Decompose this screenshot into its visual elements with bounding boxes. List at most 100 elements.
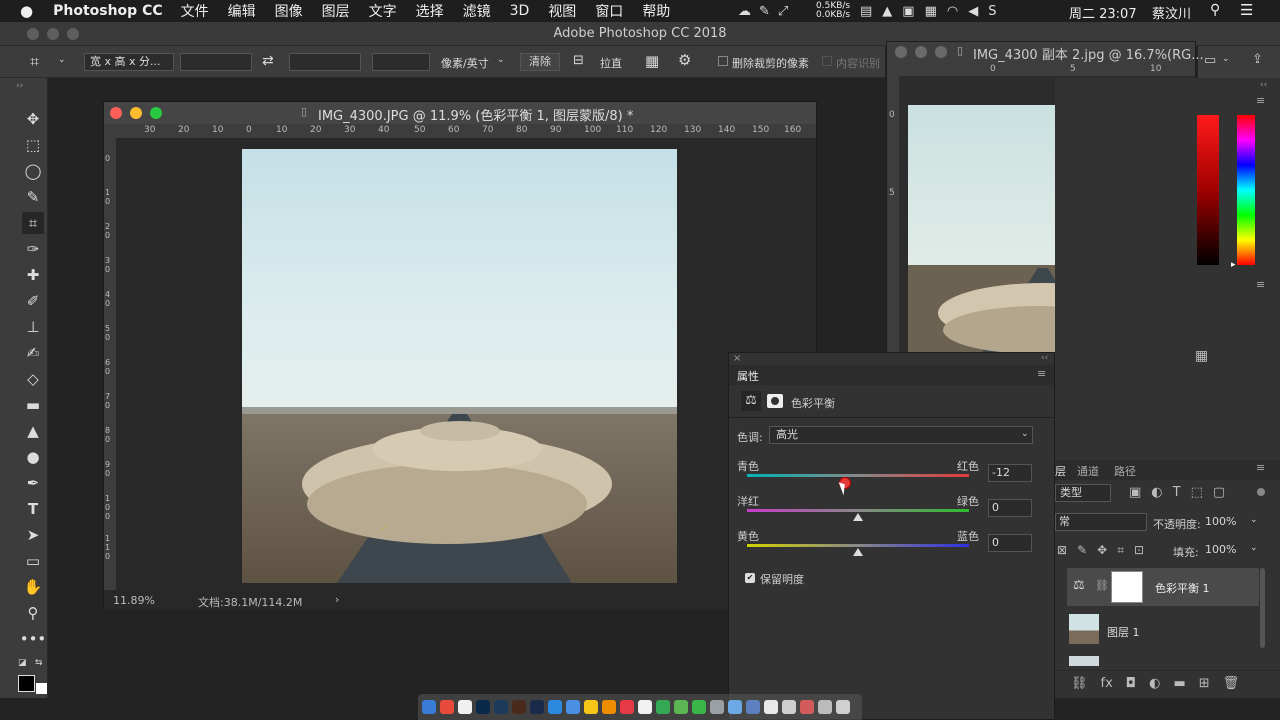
unit-select[interactable]: 像素/英寸 [441,55,489,71]
blend-mode-select[interactable]: 常 [1055,513,1147,531]
panel-menu-icon-2[interactable]: ≡ [1256,278,1265,291]
share-icon[interactable]: ⇪ [1252,52,1263,67]
spotlight-icon[interactable]: ⚲ [1210,2,1220,18]
yellow-blue-value[interactable]: 0 [988,534,1032,552]
win2-minimize-button[interactable] [915,46,927,58]
pen-icon[interactable]: ✒ [22,472,44,494]
win2-close-button[interactable] [895,46,907,58]
folder-icon[interactable] [584,700,598,714]
delete-cropped-checkbox[interactable] [718,56,728,66]
fill-input[interactable]: 100% [1203,541,1247,559]
app-menu[interactable]: Photoshop CC [53,3,163,19]
gear-icon[interactable]: ⚙ [678,51,691,69]
mask-icon[interactable] [767,394,783,408]
lasso-tool-icon[interactable]: ◯ [22,160,44,182]
qq-icon[interactable] [638,700,652,714]
overlay-grid-icon[interactable]: ▦ [645,52,659,70]
image-icon[interactable] [800,700,814,714]
default-colors-icon[interactable]: ◪ [18,658,27,668]
gradient-icon[interactable]: ▬ [22,394,44,416]
fx-icon[interactable]: fx [1101,676,1113,698]
tab-layers-edge[interactable]: 层 [1055,463,1066,479]
adjustment-grid-icon[interactable]: ▦ [1195,348,1208,364]
swap-colors-icon[interactable]: ⇆ [35,658,43,668]
new-adjustment-icon[interactable]: ◐ [1149,676,1160,698]
safari-icon[interactable] [566,700,580,714]
menu-3d[interactable]: 3D [510,3,530,19]
foreground-color-swatch[interactable] [18,675,35,692]
chevron-down-icon[interactable]: ⌄ [58,55,66,65]
lock-artboard-icon[interactable]: ⌗ [1117,543,1124,558]
yellow-blue-slider-thumb[interactable] [853,548,863,556]
eyedropper-icon[interactable]: ✑ [22,238,44,260]
evernote-icon[interactable]: ✎ [759,4,770,19]
resize-icon[interactable]: ⤢ [778,4,788,19]
props-menu-icon[interactable]: ≡ [1037,367,1046,380]
add-mask-icon[interactable]: ◘ [1126,676,1136,698]
panel-collapse-icon[interactable]: ‹‹ [1260,80,1267,90]
doc-minimize-button[interactable] [130,107,142,119]
finder-icon[interactable] [422,700,436,714]
notes-icon[interactable] [458,700,472,714]
new-group-icon[interactable]: ▬ [1173,676,1185,698]
crop-tool-icon[interactable]: ⌗ [30,52,39,72]
clock[interactable]: 周二 23:07 [1069,3,1137,22]
creative-cloud-icon[interactable]: ☁ [738,4,751,19]
browser-icon[interactable] [746,700,760,714]
link-layers-icon[interactable]: ⛓ [1071,676,1088,698]
link-icon[interactable]: ⛓ [1095,579,1109,592]
collapse-icon[interactable]: ›› [16,81,23,91]
sketch-icon[interactable] [602,700,616,714]
zoom-level[interactable]: 11.89% [113,594,155,607]
stamp-icon[interactable]: ⊥ [22,316,44,338]
illustrator-icon[interactable] [512,700,526,714]
cyan-red-slider[interactable] [747,474,969,477]
yellow-blue-slider[interactable] [747,544,969,547]
tab-paths[interactable]: 路径 [1114,463,1136,479]
panel-menu-icon[interactable]: ≡ [1256,94,1265,107]
text-editor-icon[interactable] [764,700,778,714]
brush-icon[interactable]: ✐ [22,290,44,312]
keyboard-icon[interactable] [818,700,832,714]
layer-name[interactable]: 图层 1 [1107,624,1140,640]
filter-type-icon[interactable]: T [1173,485,1181,500]
utility-icon[interactable] [728,700,742,714]
resolution-input[interactable] [372,53,430,71]
history-brush-icon[interactable]: ✍ [22,342,44,364]
straighten-icon[interactable]: ⊟ [573,53,584,68]
menu-edit[interactable]: 编辑 [228,1,256,21]
calendar-icon[interactable] [440,700,454,714]
menu-help[interactable]: 帮助 [642,1,670,21]
more-tools-icon[interactable]: ••• [20,628,47,650]
lock-all-icon[interactable]: ⊡ [1134,543,1144,558]
filter-adjust-icon[interactable]: ◐ [1151,485,1162,500]
move-tool-icon[interactable]: ✥ [22,108,44,130]
type-tool-icon[interactable]: T [22,498,44,520]
vlc-icon[interactable]: ▲ [882,4,892,19]
dodge-icon[interactable]: ● [22,446,44,468]
menu-type[interactable]: 文字 [369,1,397,21]
filter-smart-icon[interactable]: ▢ [1213,485,1225,500]
content-aware-checkbox[interactable] [822,56,832,66]
lightroom-icon[interactable] [494,700,508,714]
photoshop-icon[interactable] [476,700,490,714]
lock-move-icon[interactable]: ✥ [1097,543,1107,558]
marquee-tool-icon[interactable]: ⬚ [22,134,44,156]
tone-select[interactable]: 高光 [769,426,1033,444]
apple-icon[interactable]: ● [20,2,33,20]
rectangle-tool-icon[interactable]: ▭ [22,550,44,572]
user-name[interactable]: 蔡汶川 [1152,3,1191,22]
workspace-chevron-icon[interactable]: ⌄ [1222,54,1230,64]
layer-filter-select[interactable]: 类型 [1055,484,1111,502]
trash-icon[interactable]: 🗑 [1223,676,1240,698]
props-collapse-icon[interactable]: ‹‹ [1041,353,1048,363]
swap-icon[interactable]: ⇄ [262,53,274,69]
path-select-icon[interactable]: ➤ [22,524,44,546]
color-balance-icon[interactable]: ⚖ [741,391,761,411]
opacity-input[interactable]: 100% [1203,513,1247,531]
clear-button[interactable]: 清除 [520,53,560,71]
audition-icon[interactable] [530,700,544,714]
magenta-green-value[interactable]: 0 [988,499,1032,517]
ratio-select[interactable]: 宽 x 高 x 分... [84,53,174,71]
chrome-icon[interactable] [656,700,670,714]
